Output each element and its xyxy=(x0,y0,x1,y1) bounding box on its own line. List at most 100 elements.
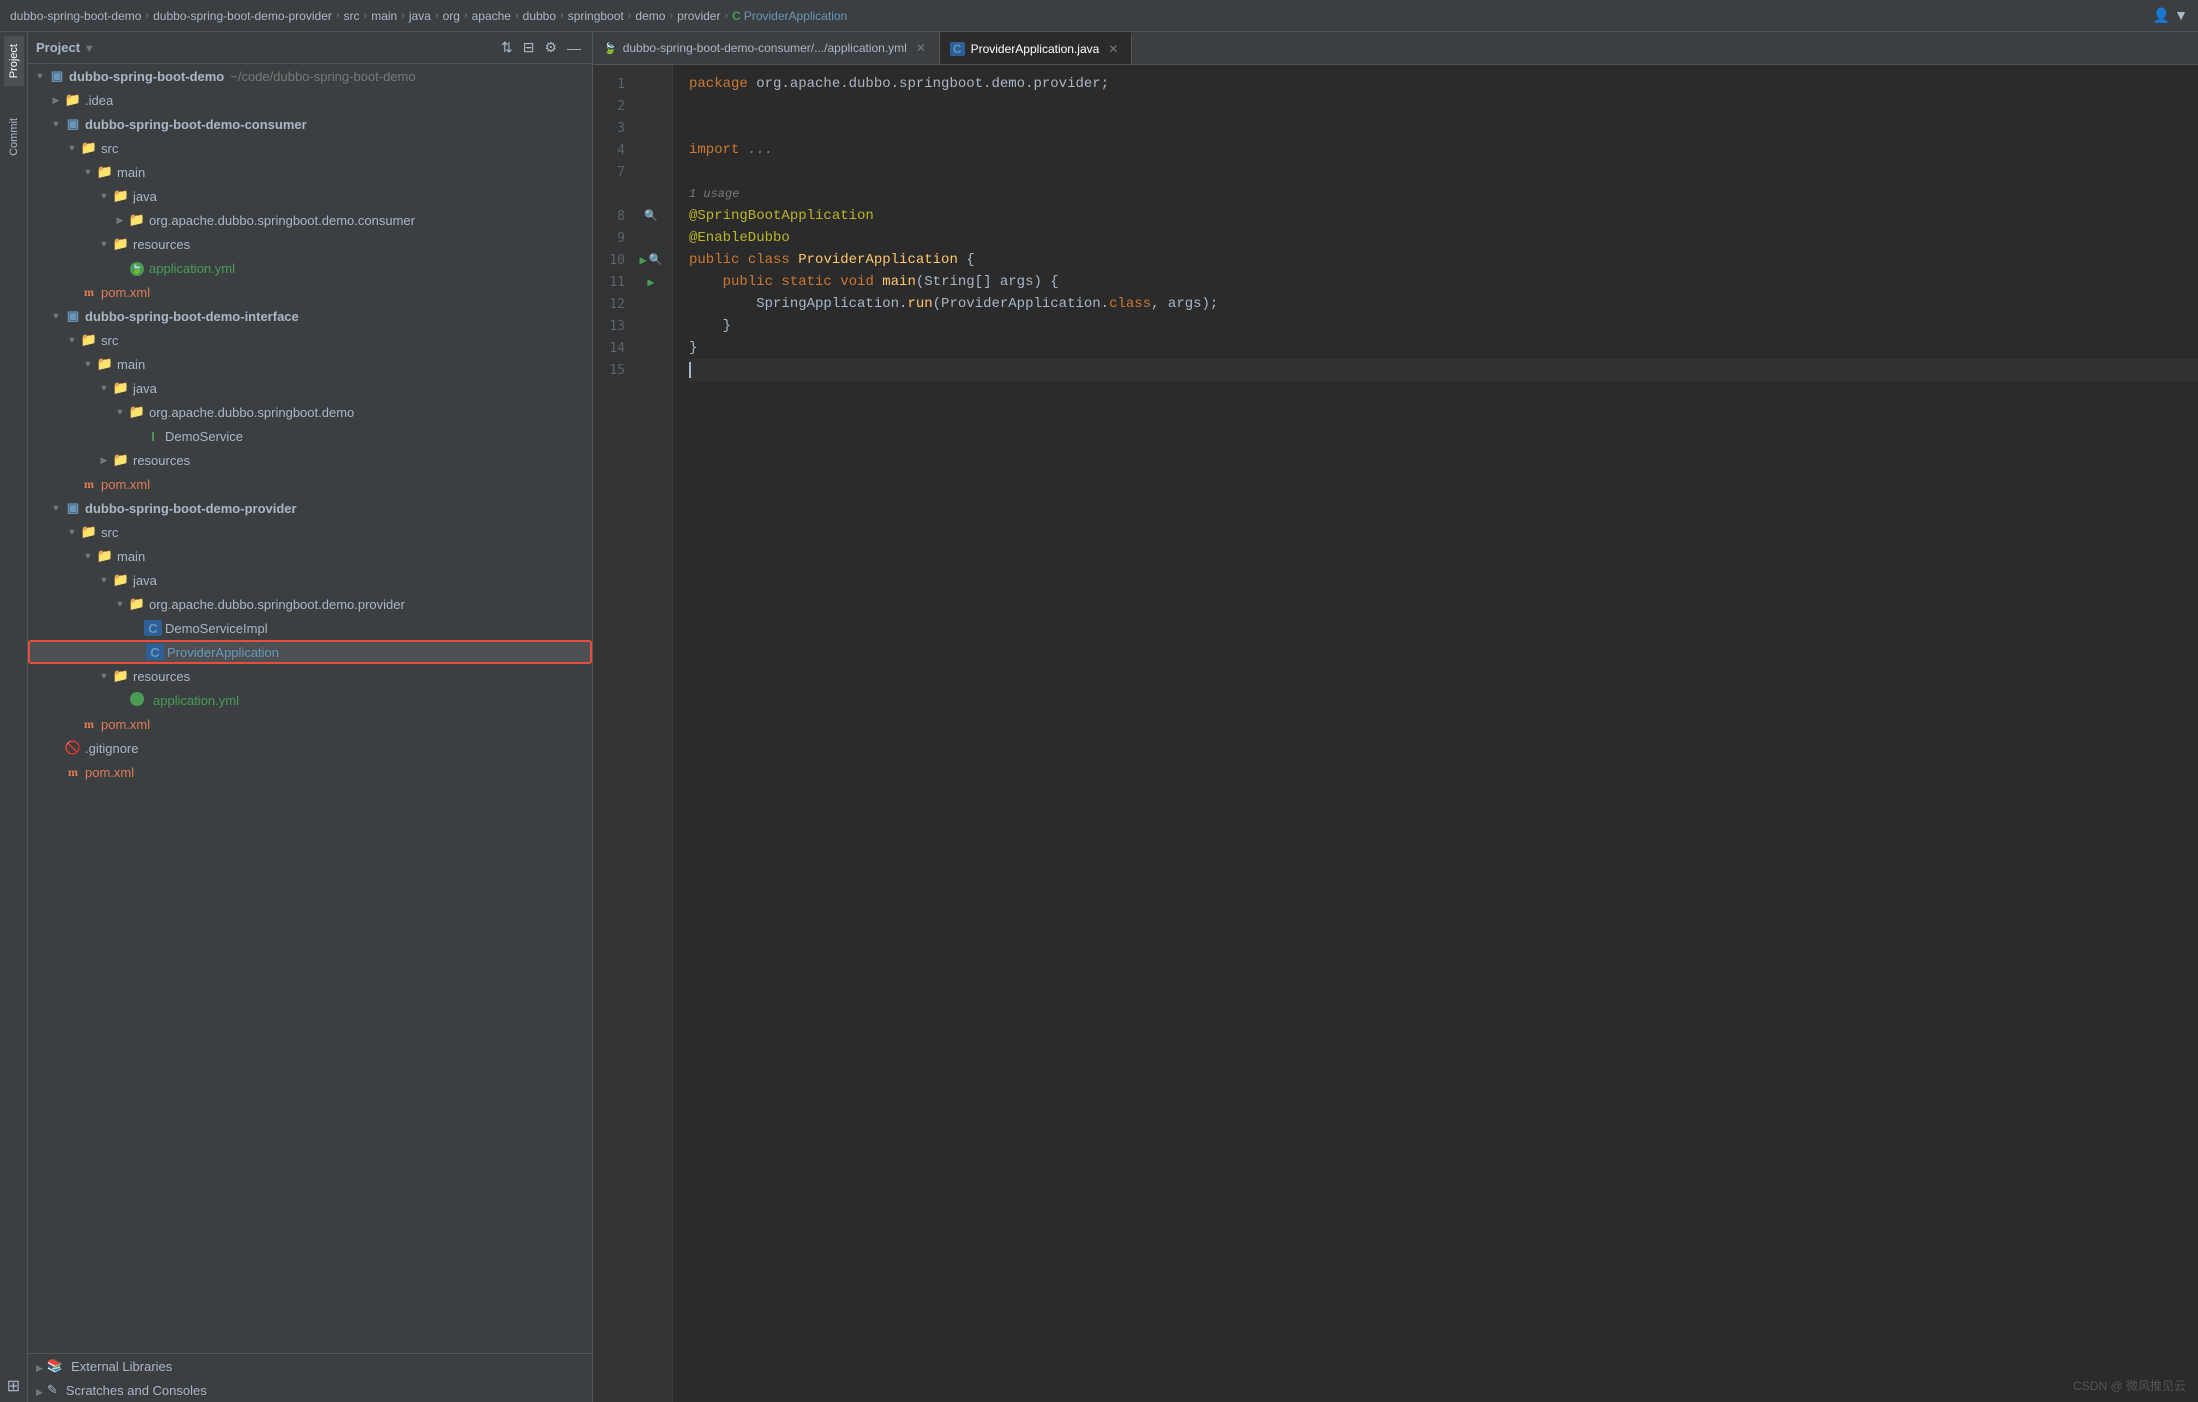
tree-item-provider-resources[interactable]: 📁 resources xyxy=(28,664,592,688)
label-tab-providerapplication: ProviderApplication.java xyxy=(971,42,1100,56)
code-line-13: } xyxy=(689,315,2198,337)
icon-demoservice: I xyxy=(144,429,162,444)
icon-interface-pkg: 📁 xyxy=(128,404,146,420)
close-tab-appyml[interactable]: ✕ xyxy=(913,40,929,56)
label-consumer-main: main xyxy=(117,165,145,180)
editor-content[interactable]: 1 2 3 4 xyxy=(593,65,2198,1402)
breadcrumb-item-apache[interactable]: apache xyxy=(472,9,511,23)
label-provider: dubbo-spring-boot-demo-provider xyxy=(85,501,297,516)
icon-interface-resources: 📁 xyxy=(112,452,130,468)
tree-item-interface-main[interactable]: 📁 main xyxy=(28,352,592,376)
token-dots: ... xyxy=(748,139,773,161)
gutter-usage xyxy=(593,183,672,205)
tree-item-consumer-resources[interactable]: 📁 resources xyxy=(28,232,592,256)
tree-item-interface-java[interactable]: 📁 java xyxy=(28,376,592,400)
tree-item-provider-pom[interactable]: m pom.xml xyxy=(28,712,592,736)
tree-item-consumer-pom[interactable]: m pom.xml xyxy=(28,280,592,304)
token-class-kw: class xyxy=(1109,293,1151,315)
tree-item-interface[interactable]: ▣ dubbo-spring-boot-demo-interface xyxy=(28,304,592,328)
icon-root: ▣ xyxy=(48,68,66,84)
toggle-consumer-src xyxy=(64,143,80,154)
tree-item-demoservice[interactable]: I DemoService xyxy=(28,424,592,448)
tree-item-idea[interactable]: 📁 .idea xyxy=(28,88,592,112)
label-provider-pom: pom.xml xyxy=(101,717,150,732)
guttericon-11[interactable]: ▶ xyxy=(633,275,669,290)
breadcrumb-item-java[interactable]: java xyxy=(409,9,431,23)
breadcrumb-sep-8: › xyxy=(560,10,564,22)
icon-provider-pkg: 📁 xyxy=(128,596,146,612)
sidebar: Project ▼ ⇅ ⊟ ⚙ — ▣ dubbo-spring-boot-de… xyxy=(28,32,593,1402)
tree-item-interface-pom[interactable]: m pom.xml xyxy=(28,472,592,496)
breadcrumb-item-springboot[interactable]: springboot xyxy=(568,9,624,23)
breadcrumb-right: 👤 ▼ xyxy=(2153,7,2188,24)
breadcrumb-item-root[interactable]: dubbo-spring-boot-demo xyxy=(10,9,141,23)
label-interface-pkg: org.apache.dubbo.springboot.demo xyxy=(149,405,354,420)
breadcrumb-item-provider[interactable]: provider xyxy=(677,9,720,23)
icon-consumer-src: 📁 xyxy=(80,140,98,156)
breadcrumb-item-dubbo[interactable]: dubbo xyxy=(523,9,556,23)
icon-consumer-main: 📁 xyxy=(96,164,114,180)
tree-item-consumer-java[interactable]: 📁 java xyxy=(28,184,592,208)
left-tab-commit[interactable]: Commit xyxy=(4,110,24,164)
tree-item-consumer[interactable]: ▣ dubbo-spring-boot-demo-consumer xyxy=(28,112,592,136)
breadcrumb-item-demo[interactable]: demo xyxy=(635,9,665,23)
label-demoservice: DemoService xyxy=(165,429,243,444)
breadcrumb-sep-5: › xyxy=(435,10,439,22)
tree-item-consumer-yml[interactable]: 🍃 application.yml xyxy=(28,256,592,280)
close-tab-providerapplication[interactable]: ✕ xyxy=(1105,41,1121,57)
tab-appyml[interactable]: 🍃 dubbo-spring-boot-demo-consumer/.../ap… xyxy=(593,32,940,64)
left-tab-icon[interactable]: ⊞ xyxy=(3,1370,24,1402)
left-tab-project[interactable]: Project xyxy=(4,36,24,86)
label-demoimpl: DemoServiceImpl xyxy=(165,621,268,636)
footer-ext-libs[interactable]: 📚 External Libraries xyxy=(28,1354,592,1378)
linenum-8: 8 xyxy=(593,209,633,224)
breadcrumb-item-class[interactable]: CProviderApplication xyxy=(732,9,847,23)
code-line-usage: 1 usage xyxy=(689,183,2198,205)
breadcrumb-sep-10: › xyxy=(669,10,673,22)
breadcrumb-item-org[interactable]: org xyxy=(443,9,460,23)
sidebar-layout-btn[interactable]: ⊟ xyxy=(520,37,538,58)
tree-item-provider-yml[interactable]: application.yml xyxy=(28,688,592,712)
tab-providerapplication[interactable]: C ProviderApplication.java ✕ xyxy=(940,32,1132,64)
breadcrumb-item-src[interactable]: src xyxy=(344,9,360,23)
linenum-14: 14 xyxy=(593,341,633,356)
sidebar-equalizer-btn[interactable]: ⇅ xyxy=(498,37,516,58)
linenum-2: 2 xyxy=(593,99,633,114)
tree-item-root[interactable]: ▣ dubbo-spring-boot-demo ~/code/dubbo-sp… xyxy=(28,64,592,88)
tree-item-interface-pkg[interactable]: 📁 org.apache.dubbo.springboot.demo xyxy=(28,400,592,424)
tree-item-provider-pkg[interactable]: 📁 org.apache.dubbo.springboot.demo.provi… xyxy=(28,592,592,616)
sidebar-minimize-btn[interactable]: — xyxy=(564,38,584,58)
tree-item-provider[interactable]: ▣ dubbo-spring-boot-demo-provider xyxy=(28,496,592,520)
breadcrumb-item-provider-module[interactable]: dubbo-spring-boot-demo-provider xyxy=(153,9,332,23)
icon-provider-java: 📁 xyxy=(112,572,130,588)
tree-item-demoimpl[interactable]: C DemoServiceImpl xyxy=(28,616,592,640)
tree-item-consumer-pkg[interactable]: 📁 org.apache.dubbo.springboot.demo.consu… xyxy=(28,208,592,232)
tree-item-provider-main[interactable]: 📁 main xyxy=(28,544,592,568)
code-line-8: @SpringBootApplication xyxy=(689,205,2198,227)
token-classname: ProviderApplication xyxy=(798,249,958,271)
tree-item-interface-resources[interactable]: 📁 resources xyxy=(28,448,592,472)
toggle-consumer-java xyxy=(96,191,112,202)
code-lines[interactable]: package org.apache.dubbo.springboot.demo… xyxy=(673,65,2198,1402)
tree-item-interface-src[interactable]: 📁 src xyxy=(28,328,592,352)
tree-item-provider-java[interactable]: 📁 java xyxy=(28,568,592,592)
tree-item-consumer-main[interactable]: 📁 main xyxy=(28,160,592,184)
breadcrumb-item-main[interactable]: main xyxy=(371,9,397,23)
token-static-11: static xyxy=(781,271,840,293)
tree-item-gitignore[interactable]: 🚫 .gitignore xyxy=(28,736,592,760)
tree-item-provider-src[interactable]: 📁 src xyxy=(28,520,592,544)
token-import: import xyxy=(689,139,748,161)
label-providerapplication: ProviderApplication xyxy=(167,645,279,660)
usage-hint-text: 1 usage xyxy=(689,183,739,205)
footer-scratches[interactable]: ✎ Scratches and Consoles xyxy=(28,1378,592,1402)
toggle-provider xyxy=(48,503,64,514)
user-icon[interactable]: 👤 ▼ xyxy=(2153,7,2188,24)
tree-item-providerapplication[interactable]: C ProviderApplication xyxy=(28,640,592,664)
tree-item-root-pom[interactable]: m pom.xml xyxy=(28,760,592,784)
linenum-12: 12 xyxy=(593,297,633,312)
sidebar-header: Project ▼ ⇅ ⊟ ⚙ — xyxy=(28,32,592,64)
tree-item-consumer-src[interactable]: 📁 src xyxy=(28,136,592,160)
token-public-11: public xyxy=(723,271,782,293)
toggle-provider-java xyxy=(96,575,112,586)
sidebar-settings-btn[interactable]: ⚙ xyxy=(541,37,560,58)
